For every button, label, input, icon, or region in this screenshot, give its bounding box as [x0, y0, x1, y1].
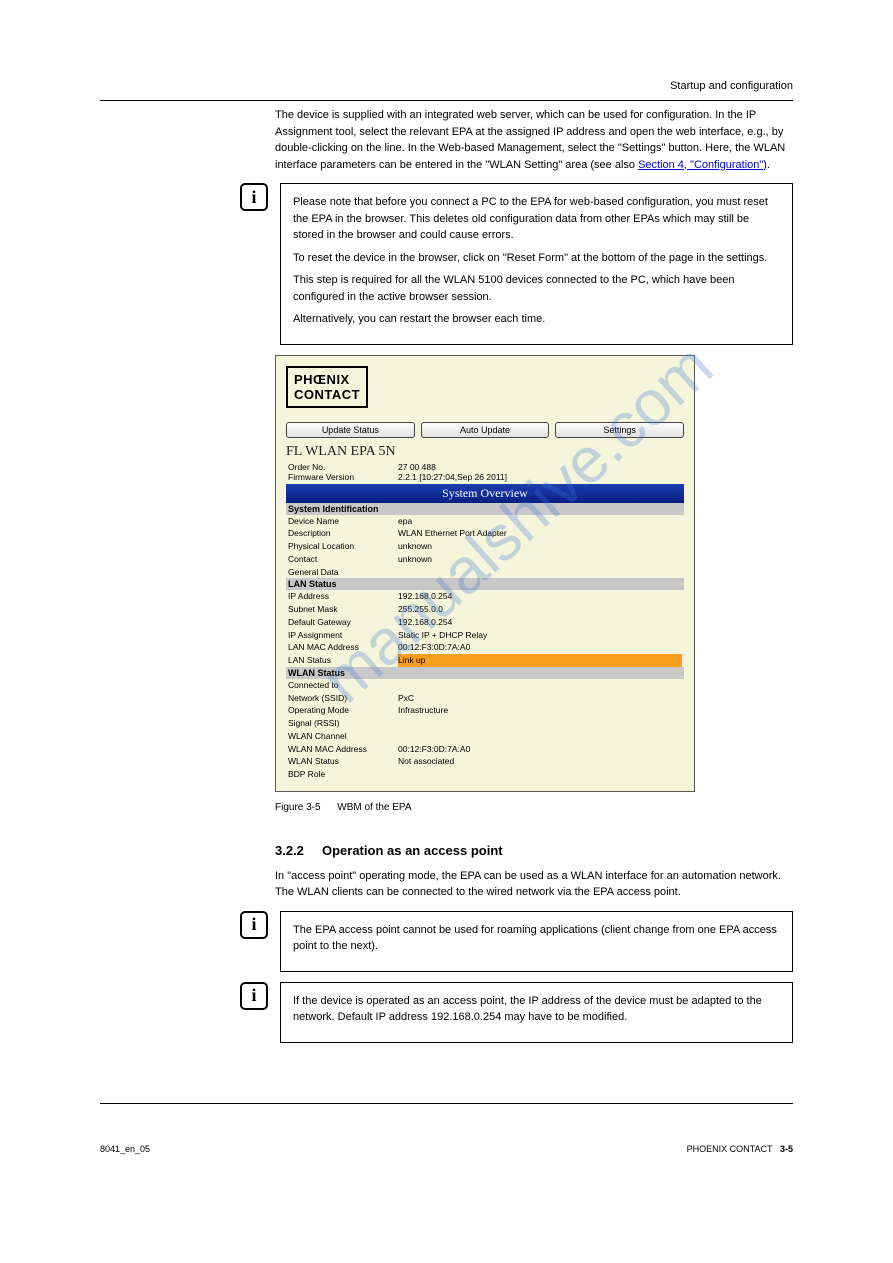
order-no-value: 27 00 488: [398, 462, 682, 472]
intro-link[interactable]: Section 4, "Configuration": [638, 159, 763, 171]
ssid-k1: Connected to: [288, 679, 398, 692]
note2-text: The EPA access point cannot be used for …: [293, 922, 780, 955]
caption-text: WBM of the EPA: [337, 802, 411, 813]
contact-k: Contact: [288, 553, 398, 566]
op-v: Infrastructure: [398, 704, 682, 717]
desc-k: Description: [288, 527, 398, 540]
logo-top: PHŒNIX: [294, 372, 360, 387]
wbm-screenshot: PHŒNIX CONTACT Update Status Auto Update…: [275, 355, 695, 792]
contact-v: unknown: [398, 553, 682, 566]
info-icon: i: [240, 911, 268, 939]
loc-k: Physical Location: [288, 540, 398, 553]
dev-name-v: epa: [398, 515, 682, 528]
page-header: Startup and configuration: [100, 80, 793, 92]
footer-rule: [100, 1103, 793, 1104]
gw-v: 192.168.0.254: [398, 616, 682, 629]
footer-left: 8041_en_05: [100, 1144, 150, 1154]
info-icon: i: [240, 183, 268, 211]
lan-status-header: LAN Status: [286, 578, 684, 590]
section-title: Operation as an access point: [322, 843, 503, 858]
lanmac-v: 00:12:F3:0D:7A:A0: [398, 641, 682, 654]
settings-button[interactable]: Settings: [555, 422, 684, 438]
wlan-status-header: WLAN Status: [286, 667, 684, 679]
note-box-3: If the device is operated as an access p…: [280, 982, 793, 1043]
dev-name-k: Device Name: [288, 515, 398, 528]
note1-p4: Alternatively, you can restart the brows…: [293, 311, 780, 328]
mask-v: 255.255.0.0: [398, 603, 682, 616]
note1-p1: Please note that before you connect a PC…: [293, 194, 780, 244]
op-k: Operating Mode: [288, 704, 398, 717]
wlanst-k: WLAN Status: [288, 755, 398, 768]
lanst-k: LAN Status: [288, 654, 398, 667]
caption-label: Figure 3-5: [275, 802, 321, 813]
product-title: FL WLAN EPA 5N: [286, 442, 684, 462]
ip-k: IP Address: [288, 590, 398, 603]
loc-v: unknown: [398, 540, 682, 553]
lanst-v: Link up: [398, 654, 682, 667]
sys-ident-header: System Identification: [286, 503, 684, 515]
note-box-2: The EPA access point cannot be used for …: [280, 911, 793, 972]
footer-brand: PHOENIX CONTACT: [687, 1144, 773, 1154]
intro-paragraph: The device is supplied with an integrate…: [275, 107, 793, 173]
ipas-v: Static IP + DHCP Relay: [398, 629, 682, 642]
gen-data-k: General Data: [288, 566, 398, 579]
note3-text: If the device is operated as an access p…: [293, 993, 780, 1026]
footer-page: 3-5: [780, 1144, 793, 1154]
rssi-k: Signal (RSSI): [288, 717, 398, 730]
ssid-v: PxC: [398, 692, 682, 705]
fw-label: Firmware Version: [288, 472, 398, 482]
ch-k: WLAN Channel: [288, 730, 398, 743]
wlanmac-k: WLAN MAC Address: [288, 743, 398, 756]
info-icon: i: [240, 982, 268, 1010]
wlanst-v: Not associated: [398, 755, 682, 768]
lanmac-k: LAN MAC Address: [288, 641, 398, 654]
fw-value: 2.2.1 [10:27:04,Sep 26 2011]: [398, 472, 682, 482]
desc-v: WLAN Ethernet Port Adapter: [398, 527, 682, 540]
header-rule: [100, 100, 793, 101]
page-footer: 8041_en_05 PHOENIX CONTACT 3-5: [100, 1144, 793, 1154]
note1-p2: To reset the device in the browser, clic…: [293, 250, 780, 267]
ipas-k: IP Assignment: [288, 629, 398, 642]
note1-p3: This step is required for all the WLAN 5…: [293, 272, 780, 305]
logo-bot: CONTACT: [294, 387, 360, 402]
order-no-label: Order No.: [288, 462, 398, 472]
update-status-button[interactable]: Update Status: [286, 422, 415, 438]
section-num: 3.2.2: [275, 843, 304, 858]
intro-tail: ).: [763, 159, 770, 171]
bdp-k: BDP Role: [288, 768, 398, 781]
section-heading: 3.2.2 Operation as an access point: [275, 843, 793, 858]
mask-k: Subnet Mask: [288, 603, 398, 616]
ap-paragraph: In "access point" operating mode, the EP…: [275, 868, 793, 901]
figure-caption: Figure 3-5 WBM of the EPA: [275, 802, 793, 813]
note-box-1: Please note that before you connect a PC…: [280, 183, 793, 345]
phoenix-logo: PHŒNIX CONTACT: [286, 366, 368, 408]
system-overview-banner: System Overview: [286, 484, 684, 503]
ip-v: 192.168.0.254: [398, 590, 682, 603]
gw-k: Default Gateway: [288, 616, 398, 629]
ssid-k2: Network (SSID): [288, 692, 398, 705]
wlanmac-v: 00:12:F3:0D:7A:A0: [398, 743, 682, 756]
auto-update-button[interactable]: Auto Update: [421, 422, 550, 438]
